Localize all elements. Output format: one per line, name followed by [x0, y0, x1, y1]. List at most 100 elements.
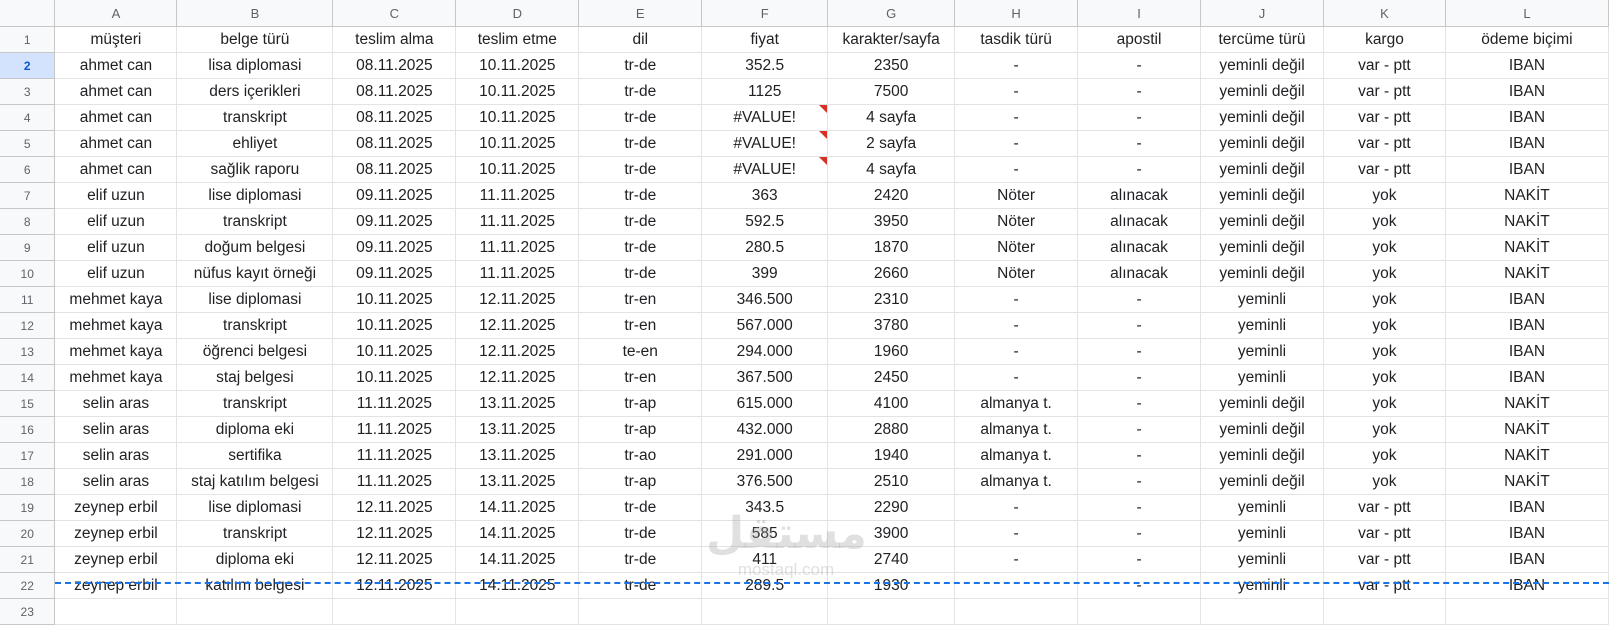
cell-g17[interactable]: 1940	[827, 442, 956, 469]
row-header-10[interactable]: 10	[0, 260, 56, 287]
cell-i16[interactable]: -	[1077, 416, 1202, 443]
cell-j20[interactable]: yeminli	[1200, 520, 1324, 547]
cell-h10[interactable]: Nöter	[954, 260, 1079, 287]
cell-b7[interactable]: lise diplomasi	[176, 182, 334, 209]
cell-l15[interactable]: NAKİT	[1445, 390, 1609, 417]
cell-h20[interactable]: -	[954, 520, 1079, 547]
cell-k12[interactable]: yok	[1323, 312, 1446, 339]
cell-e8[interactable]: tr-de	[578, 208, 703, 235]
cell-c6[interactable]: 08.11.2025	[332, 156, 457, 183]
cell-d6[interactable]: 10.11.2025	[455, 156, 580, 183]
cell-b4[interactable]: transkript	[176, 104, 334, 131]
cell-f10[interactable]: 399	[701, 260, 829, 287]
cell-c18[interactable]: 11.11.2025	[332, 468, 457, 495]
cell-g5[interactable]: 2 sayfa	[827, 130, 956, 157]
cell-a11[interactable]: mehmet kaya	[54, 286, 178, 313]
cell-i11[interactable]: -	[1077, 286, 1202, 313]
row-header-17[interactable]: 17	[0, 442, 56, 469]
column-header-e[interactable]: E	[578, 0, 703, 27]
cell-h23[interactable]	[954, 598, 1079, 625]
cell-f23[interactable]	[701, 598, 829, 625]
cell-b9[interactable]: doğum belgesi	[176, 234, 334, 261]
cell-i10[interactable]: alınacak	[1077, 260, 1202, 287]
cell-j1[interactable]: tercüme türü	[1200, 26, 1324, 53]
cell-k20[interactable]: var - ptt	[1323, 520, 1446, 547]
cell-d10[interactable]: 11.11.2025	[455, 260, 580, 287]
cell-h19[interactable]: -	[954, 494, 1079, 521]
cell-e21[interactable]: tr-de	[578, 546, 703, 573]
cell-e9[interactable]: tr-de	[578, 234, 703, 261]
cell-l23[interactable]	[1445, 598, 1609, 625]
row-header-18[interactable]: 18	[0, 468, 56, 495]
row-header-7[interactable]: 7	[0, 182, 56, 209]
cell-l22[interactable]: IBAN	[1445, 572, 1609, 599]
cell-j12[interactable]: yeminli	[1200, 312, 1324, 339]
row-header-15[interactable]: 15	[0, 390, 56, 417]
cell-h4[interactable]: -	[954, 104, 1079, 131]
cell-e14[interactable]: tr-en	[578, 364, 703, 391]
cell-i12[interactable]: -	[1077, 312, 1202, 339]
row-header-6[interactable]: 6	[0, 156, 56, 183]
cell-k16[interactable]: yok	[1323, 416, 1446, 443]
cell-a16[interactable]: selin aras	[54, 416, 178, 443]
cell-l9[interactable]: NAKİT	[1445, 234, 1609, 261]
cell-j5[interactable]: yeminli değil	[1200, 130, 1324, 157]
cell-j19[interactable]: yeminli	[1200, 494, 1324, 521]
cell-k15[interactable]: yok	[1323, 390, 1446, 417]
column-header-d[interactable]: D	[455, 0, 580, 27]
cell-g7[interactable]: 2420	[827, 182, 956, 209]
cell-a1[interactable]: müşteri	[54, 26, 178, 53]
cell-l6[interactable]: IBAN	[1445, 156, 1609, 183]
cell-e11[interactable]: tr-en	[578, 286, 703, 313]
cell-d14[interactable]: 12.11.2025	[455, 364, 580, 391]
column-header-f[interactable]: F	[701, 0, 829, 27]
cell-b21[interactable]: diploma eki	[176, 546, 334, 573]
cell-e22[interactable]: tr-de	[578, 572, 703, 599]
cell-b5[interactable]: ehliyet	[176, 130, 334, 157]
cell-f18[interactable]: 376.500	[701, 468, 829, 495]
cell-j17[interactable]: yeminli değil	[1200, 442, 1324, 469]
cell-l18[interactable]: NAKİT	[1445, 468, 1609, 495]
cell-l1[interactable]: ödeme biçimi	[1445, 26, 1609, 53]
cell-d4[interactable]: 10.11.2025	[455, 104, 580, 131]
cell-h9[interactable]: Nöter	[954, 234, 1079, 261]
cell-l8[interactable]: NAKİT	[1445, 208, 1609, 235]
cell-d2[interactable]: 10.11.2025	[455, 52, 580, 79]
cell-g9[interactable]: 1870	[827, 234, 956, 261]
cell-k11[interactable]: yok	[1323, 286, 1446, 313]
cell-a15[interactable]: selin aras	[54, 390, 178, 417]
column-header-j[interactable]: J	[1200, 0, 1324, 27]
cell-k21[interactable]: var - ptt	[1323, 546, 1446, 573]
cell-h14[interactable]: -	[954, 364, 1079, 391]
cell-b16[interactable]: diploma eki	[176, 416, 334, 443]
cell-f2[interactable]: 352.5	[701, 52, 829, 79]
cell-b6[interactable]: sağlik raporu	[176, 156, 334, 183]
column-header-g[interactable]: G	[827, 0, 956, 27]
cell-j7[interactable]: yeminli değil	[1200, 182, 1324, 209]
cell-k22[interactable]: var - ptt	[1323, 572, 1446, 599]
cell-e5[interactable]: tr-de	[578, 130, 703, 157]
cell-l10[interactable]: NAKİT	[1445, 260, 1609, 287]
cell-d17[interactable]: 13.11.2025	[455, 442, 580, 469]
cell-h17[interactable]: almanya t.	[954, 442, 1079, 469]
cell-b15[interactable]: transkript	[176, 390, 334, 417]
cell-f19[interactable]: 343.5	[701, 494, 829, 521]
cell-e13[interactable]: te-en	[578, 338, 703, 365]
cell-a9[interactable]: elif uzun	[54, 234, 178, 261]
cell-h22[interactable]	[954, 572, 1079, 599]
cell-h6[interactable]: -	[954, 156, 1079, 183]
cell-a12[interactable]: mehmet kaya	[54, 312, 178, 339]
cell-l2[interactable]: IBAN	[1445, 52, 1609, 79]
cell-h7[interactable]: Nöter	[954, 182, 1079, 209]
cell-a14[interactable]: mehmet kaya	[54, 364, 178, 391]
cell-f7[interactable]: 363	[701, 182, 829, 209]
cell-d8[interactable]: 11.11.2025	[455, 208, 580, 235]
cell-c19[interactable]: 12.11.2025	[332, 494, 457, 521]
cell-b18[interactable]: staj katılım belgesi	[176, 468, 334, 495]
cell-i4[interactable]: -	[1077, 104, 1202, 131]
cell-g16[interactable]: 2880	[827, 416, 956, 443]
cell-i8[interactable]: alınacak	[1077, 208, 1202, 235]
cell-i20[interactable]: -	[1077, 520, 1202, 547]
row-header-4[interactable]: 4	[0, 104, 56, 131]
cell-b3[interactable]: ders içerikleri	[176, 78, 334, 105]
